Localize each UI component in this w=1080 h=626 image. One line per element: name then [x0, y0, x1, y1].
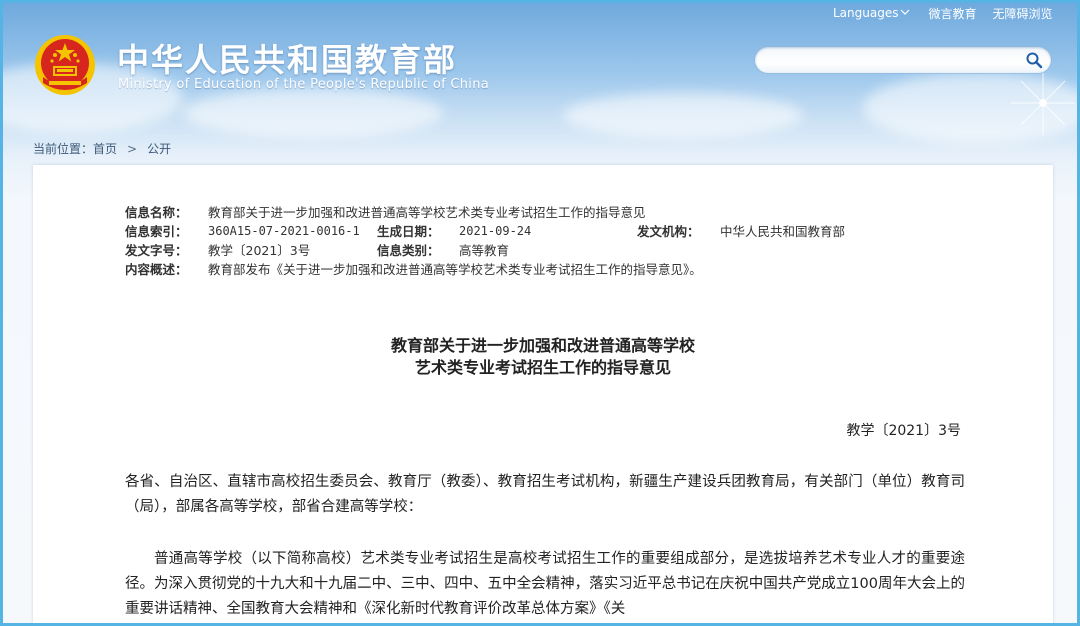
breadcrumb-prefix: 当前位置： — [33, 142, 94, 156]
site-header: 中华人民共和国教育部 Ministry of Education of the … — [3, 3, 1077, 123]
document-title-line-1: 教育部关于进一步加强和改进普通高等学校 — [390, 336, 695, 355]
issuer-label: 发文机构： — [637, 224, 700, 239]
summary-label: 内容概述： — [125, 262, 188, 277]
category-label: 信息类别： — [377, 243, 440, 258]
search-icon[interactable] — [1025, 51, 1043, 69]
category-value: 高等教育 — [459, 243, 510, 258]
languages-link[interactable]: Languages — [833, 6, 898, 20]
document-paragraph-addressees: 各省、自治区、直辖市高校招生委员会、教育厅（教委）、教育招生考试机构，新疆生产建… — [125, 474, 965, 515]
doc-no-value: 教学〔2021〕3号 — [208, 243, 311, 258]
info-name-value: 教育部关于进一步加强和改进普通高等学校艺术类专业考试招生工作的指导意见 — [208, 205, 646, 220]
top-utility-bar: Languages 微言教育 无障碍浏览 — [833, 5, 1053, 21]
index-label: 信息索引： — [125, 224, 188, 239]
date-label: 生成日期： — [377, 224, 440, 239]
site-title-english: Ministry of Education of the People's Re… — [118, 77, 490, 92]
search-input[interactable] — [767, 50, 1021, 72]
microblog-link[interactable]: 微言教育 — [928, 5, 976, 22]
chevron-down-icon[interactable] — [900, 8, 910, 19]
summary-value: 教育部发布《关于进一步加强和改进普通高等学校艺术类专业考试招生工作的指导意见》。 — [208, 262, 702, 277]
page-frame: 中华人民共和国教育部 Ministry of Education of the … — [0, 0, 1080, 626]
breadcrumb: 当前位置：首页 > 公开 — [33, 140, 171, 157]
document-title: 教育部关于进一步加强和改进普通高等学校 艺术类专业考试招生工作的指导意见 — [33, 335, 1053, 379]
search-box — [755, 47, 1051, 73]
date-value: 2021-09-24 — [459, 224, 532, 238]
content-card: 信息名称： 教育部关于进一步加强和改进普通高等学校艺术类专业考试招生工作的指导意… — [33, 165, 1053, 623]
document-title-line-2: 艺术类专业考试招生工作的指导意见 — [414, 358, 671, 377]
breadcrumb-separator: > — [127, 142, 138, 156]
issuer-value: 中华人民共和国教育部 — [720, 224, 846, 239]
national-emblem-icon — [35, 35, 95, 95]
site-title-chinese: 中华人民共和国教育部 — [117, 41, 458, 79]
breadcrumb-home-link[interactable]: 首页 — [93, 142, 117, 156]
accessibility-link[interactable]: 无障碍浏览 — [993, 5, 1053, 22]
index-value: 360A15-07-2021-0016-1 — [208, 224, 360, 238]
doc-no-label: 发文字号： — [125, 243, 188, 258]
breadcrumb-current-link[interactable]: 公开 — [147, 142, 171, 156]
document-paragraph-body: 普通高等学校（以下简称高校）艺术类专业考试招生是高校考试招生工作的重要组成部分，… — [125, 551, 965, 617]
document-number: 教学〔2021〕3号 — [846, 423, 961, 439]
info-name-label: 信息名称： — [125, 205, 188, 220]
